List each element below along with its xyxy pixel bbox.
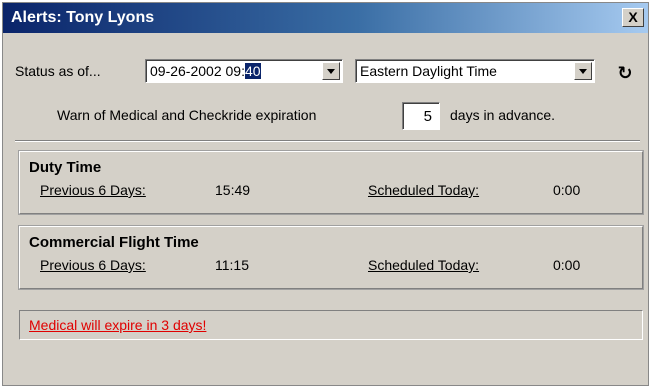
duty-previous-days-value: 15:49 [215, 182, 251, 198]
commercial-flight-time-panel: Commercial Flight Time Previous 6 Days: … [19, 226, 643, 289]
window-title: Alerts: Tony Lyons [11, 9, 155, 26]
status-datetime-select[interactable]: 09-26-2002 09:40 [145, 59, 343, 83]
refresh-icon: ↻ [617, 63, 633, 83]
warn-suffix-label: days in advance. [450, 107, 556, 123]
alerts-window: Alerts: Tony Lyons X Status as of... 09-… [2, 2, 649, 386]
datetime-selected-minutes[interactable]: 40 [244, 63, 261, 79]
refresh-button[interactable]: ↻ [615, 63, 635, 83]
datetime-dropdown-button[interactable] [322, 62, 340, 80]
alert-message-panel: Medical will expire in 3 days! [19, 310, 643, 340]
cft-scheduled-today-value: 0:00 [553, 257, 581, 273]
datetime-text: 09-26-2002 09: [150, 63, 245, 79]
commercial-flight-time-title: Commercial Flight Time [29, 234, 199, 251]
timezone-value: Eastern Daylight Time [360, 63, 497, 79]
duty-previous-days-link[interactable]: Previous 6 Days: [40, 182, 146, 198]
close-icon: X [628, 9, 638, 25]
duty-time-title: Duty Time [29, 159, 102, 176]
warn-days-input[interactable]: 5 [402, 102, 440, 130]
timezone-dropdown-button[interactable] [574, 62, 592, 80]
warn-days-value: 5 [423, 108, 432, 125]
duty-scheduled-today-link[interactable]: Scheduled Today: [368, 182, 479, 198]
duty-time-panel: Duty Time Previous 6 Days: 15:49 Schedul… [19, 151, 643, 214]
cft-previous-days-link[interactable]: Previous 6 Days: [40, 257, 146, 273]
status-as-of-label: Status as of... [15, 63, 101, 79]
medical-expiration-alert-link[interactable]: Medical will expire in 3 days! [29, 317, 206, 333]
separator [15, 140, 640, 142]
duty-scheduled-today-value: 0:00 [553, 182, 581, 198]
cft-previous-days-value: 11:15 [215, 257, 249, 273]
close-button[interactable]: X [622, 8, 644, 27]
title-bar[interactable]: Alerts: Tony Lyons X [3, 3, 648, 33]
timezone-select[interactable]: Eastern Daylight Time [355, 59, 595, 83]
datetime-value: 09-26-2002 09:40 [150, 63, 261, 79]
warn-prefix-label: Warn of Medical and Checkride expiration [57, 107, 317, 123]
cft-scheduled-today-link[interactable]: Scheduled Today: [368, 257, 479, 273]
